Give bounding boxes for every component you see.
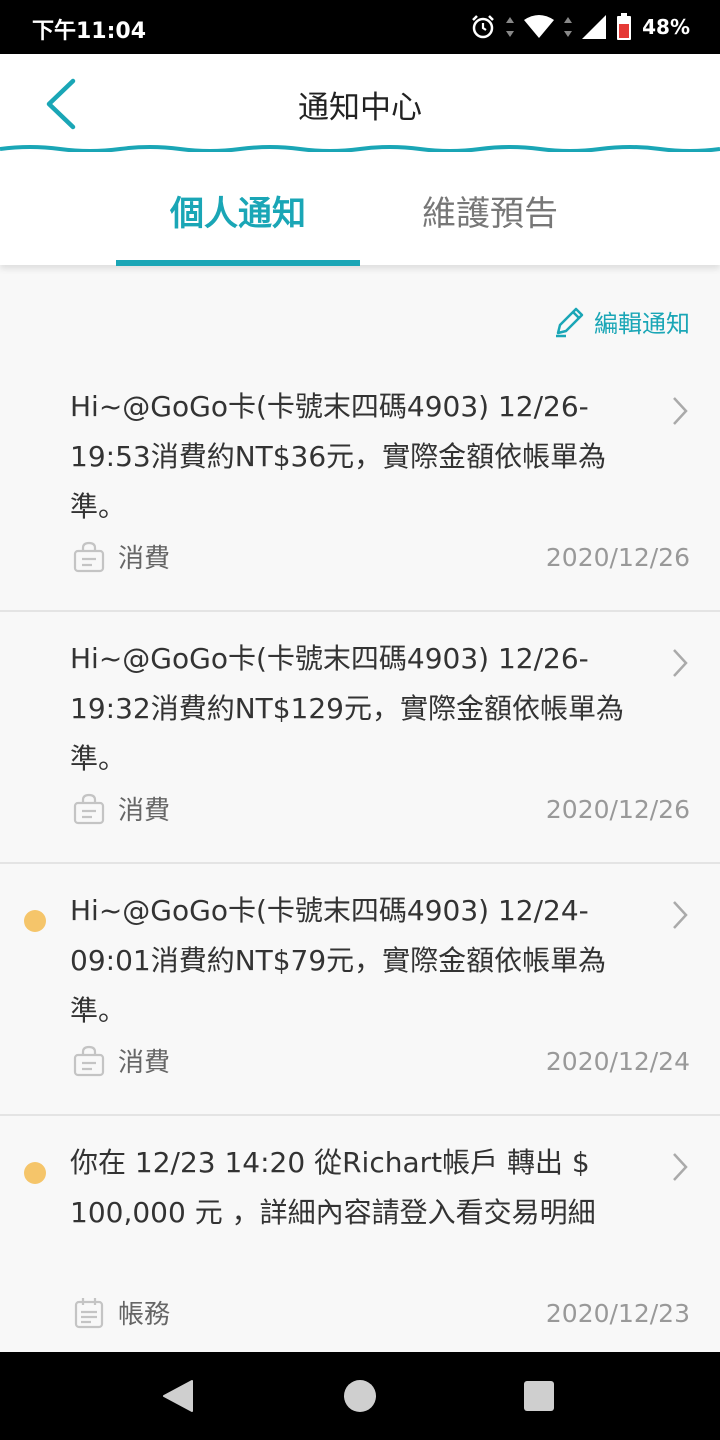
back-triangle-icon[interactable] xyxy=(160,1379,194,1413)
notification-date: 2020/12/26 xyxy=(545,795,690,824)
notification-category: 帳務 xyxy=(72,1294,170,1331)
notification-message: Hi~@GoGo卡(卡號末四碼4903) 12/26-19:32消費約NT$12… xyxy=(70,642,624,775)
status-bar: 下午11:04 48% xyxy=(0,0,720,54)
edit-notifications-label: 編輯通知 xyxy=(594,310,690,338)
battery-percent: 48% xyxy=(642,15,690,39)
page-title: 通知中心 xyxy=(298,90,422,126)
notification-item[interactable]: Hi~@GoGo卡(卡號末四碼4903) 12/26-19:32消費約NT$12… xyxy=(0,612,720,864)
pencil-icon xyxy=(556,307,584,337)
tab-personal-notifications[interactable]: 個人通知 xyxy=(118,186,358,235)
notification-item[interactable]: 你在 12/23 14:20 從Richart帳戶 轉出 $ 100,000 元… xyxy=(0,1116,720,1368)
app-header: 通知中心 xyxy=(0,54,720,152)
calendar-icon xyxy=(74,1297,104,1328)
signal-icon xyxy=(582,15,607,39)
status-icons: 48% xyxy=(470,12,690,42)
notification-message: Hi~@GoGo卡(卡號末四碼4903) 12/24-09:01消費約NT$79… xyxy=(70,894,607,1027)
chevron-right-icon xyxy=(673,649,688,677)
active-tab-indicator xyxy=(116,260,360,266)
chevron-right-icon xyxy=(673,1153,688,1181)
tab-maintenance-notices[interactable]: 維護預告 xyxy=(370,186,610,235)
notification-category: 消費 xyxy=(72,790,170,827)
data-arrows-icon xyxy=(506,17,515,37)
notification-category: 消費 xyxy=(72,1042,170,1079)
category-label: 帳務 xyxy=(118,1300,171,1330)
wifi-icon xyxy=(524,15,555,38)
notification-date: 2020/12/23 xyxy=(545,1299,690,1328)
shopping-bag-icon xyxy=(73,541,105,572)
shopping-bag-icon xyxy=(73,793,105,824)
notification-item[interactable]: Hi~@GoGo卡(卡號末四碼4903) 12/24-09:01消費約NT$79… xyxy=(0,864,720,1116)
notification-date: 2020/12/24 xyxy=(545,1047,690,1076)
data-arrows-icon xyxy=(564,17,573,37)
category-label: 消費 xyxy=(118,1048,171,1078)
edit-notifications-button[interactable]: 編輯通知 xyxy=(552,304,690,339)
unread-indicator xyxy=(24,1162,46,1184)
category-label: 消費 xyxy=(118,544,171,574)
notification-message: Hi~@GoGo卡(卡號末四碼4903) 12/26-19:53消費約NT$36… xyxy=(70,390,607,523)
status-time: 下午11:04 xyxy=(32,19,147,44)
unread-indicator xyxy=(24,910,46,932)
notification-date: 2020/12/26 xyxy=(545,543,690,572)
category-label: 消費 xyxy=(118,796,171,826)
chevron-right-icon xyxy=(673,901,688,929)
alarm-icon xyxy=(472,15,495,39)
tab-bar: 個人通知 維護預告 xyxy=(0,152,720,266)
chevron-right-icon xyxy=(673,397,688,425)
notification-item[interactable]: Hi~@GoGo卡(卡號末四碼4903) 12/26-19:53消費約NT$36… xyxy=(0,360,720,612)
system-nav-bar xyxy=(0,1352,720,1440)
home-circle-icon[interactable] xyxy=(344,1380,376,1412)
notification-list: Hi~@GoGo卡(卡號末四碼4903) 12/26-19:53消費約NT$36… xyxy=(0,360,720,1368)
notification-category: 消費 xyxy=(72,538,170,575)
recents-square-icon[interactable] xyxy=(524,1381,554,1411)
shopping-bag-icon xyxy=(73,1045,105,1076)
notification-message: 你在 12/23 14:20 從Richart帳戶 轉出 $ 100,000 元… xyxy=(70,1146,596,1229)
battery-icon xyxy=(617,13,632,40)
